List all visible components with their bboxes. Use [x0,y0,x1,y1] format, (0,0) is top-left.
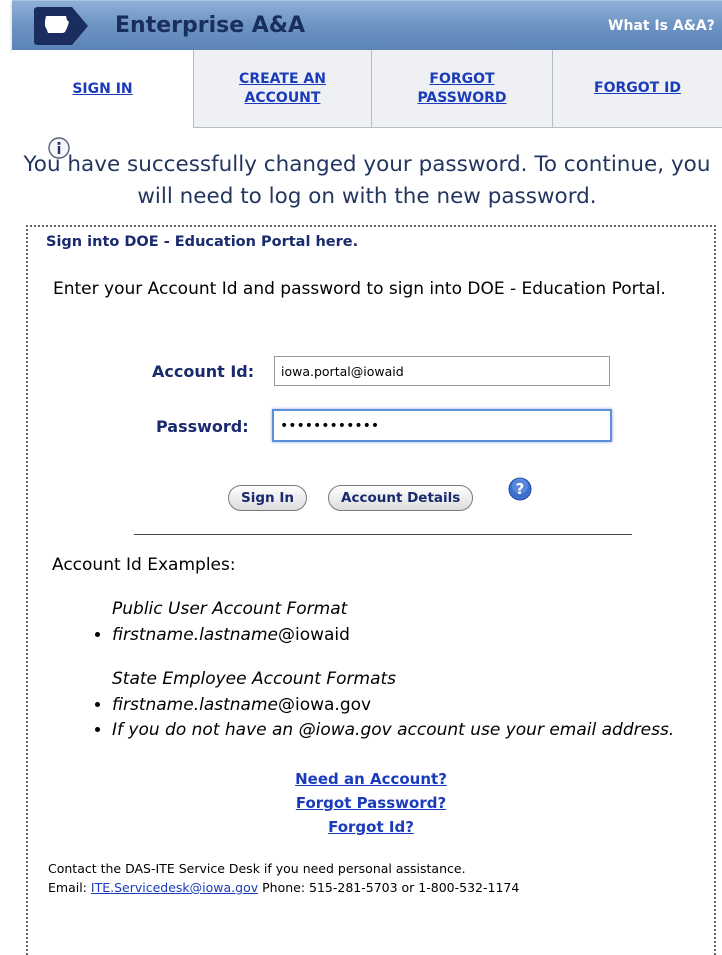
public-example-name: firstname.lastname [112,625,278,645]
need-account-link[interactable]: Need an Account? [28,767,714,791]
phone-text: Phone: 515-281-5703 or 1-800-532-1174 [262,880,520,895]
panel-intro: Enter your Account Id and password to si… [53,279,666,299]
tab-forgot-password[interactable]: FORGOT PASSWORD [371,50,552,128]
iowa-state-outline-icon [34,7,88,45]
tab-sign-in[interactable]: SIGN IN [12,50,193,128]
header-bar: Enterprise A&A What Is A&A? [12,0,722,51]
tab-create-account[interactable]: CREATE AN ACCOUNT [193,50,371,128]
state-format-heading: State Employee Account Formats [112,669,397,689]
tab-bar: SIGN IN CREATE AN ACCOUNT FORGOT PASSWORD … [12,50,722,128]
divider [134,534,632,535]
account-id-label: Account Id: [152,362,255,381]
public-format-list: firstname.lastname@iowaid [88,623,722,648]
service-desk-email-link[interactable]: ITE.Servicedesk@iowa.gov [91,880,258,895]
what-is-aa-link[interactable]: What Is A&A? [608,18,715,34]
list-item: If you do not have an @iowa.gov account … [112,718,722,743]
public-format-heading: Public User Account Format [112,599,348,619]
state-example-suffix: @iowa.gov [277,695,372,715]
contact-info: Contact the DAS-ITE Service Desk if you … [48,859,708,897]
email-label: Email: [48,880,87,895]
tab-forgot-id[interactable]: FORGOT ID [552,50,722,128]
forgot-password-link[interactable]: Forgot Password? [28,791,714,815]
account-details-button[interactable]: Account Details [328,485,474,511]
password-label: Password: [156,417,249,436]
list-item: firstname.lastname@iowaid [112,623,722,648]
forgot-id-link[interactable]: Forgot Id? [28,815,714,839]
sign-in-button[interactable]: Sign In [228,485,307,511]
state-note: If you do not have an @iowa.gov account … [112,720,675,740]
public-example-suffix: @iowaid [277,625,350,645]
tab-forgot-id-label[interactable]: FORGOT ID [594,79,681,98]
password-input[interactable] [272,409,612,442]
tab-forgot-password-label[interactable]: FORGOT PASSWORD [417,70,506,108]
list-item: firstname.lastname@iowa.gov [112,693,722,718]
panel-title: Sign into DOE - Education Portal here. [46,234,359,250]
state-format-list: firstname.lastname@iowa.gov If you do no… [88,693,722,743]
contact-details: Email: ITE.Servicedesk@iowa.gov Phone: 5… [48,878,708,897]
account-id-examples-title: Account Id Examples: [52,555,236,575]
tab-sign-in-label[interactable]: SIGN IN [72,80,132,99]
sign-in-panel: Sign into DOE - Education Portal here. E… [26,225,716,955]
page: Enterprise A&A What Is A&A? SIGN IN CREA… [0,0,722,955]
tab-create-account-line2: ACCOUNT [244,89,321,106]
question-mark-icon[interactable]: ? [508,477,532,501]
account-id-input[interactable] [274,356,610,386]
svg-text:?: ? [516,480,525,498]
state-example-name: firstname.lastname [112,695,278,715]
tab-forgot-password-line2: PASSWORD [417,89,507,106]
app-title: Enterprise A&A [115,13,306,38]
tab-create-account-label[interactable]: CREATE AN ACCOUNT [239,70,326,108]
tab-forgot-password-line1: FORGOT [429,70,495,87]
tab-create-account-line1: CREATE AN [239,70,326,87]
contact-line: Contact the DAS-ITE Service Desk if you … [48,861,466,876]
help-links: Need an Account? Forgot Password? Forgot… [28,767,714,839]
password-changed-message: You have successfully changed your passw… [23,152,711,209]
